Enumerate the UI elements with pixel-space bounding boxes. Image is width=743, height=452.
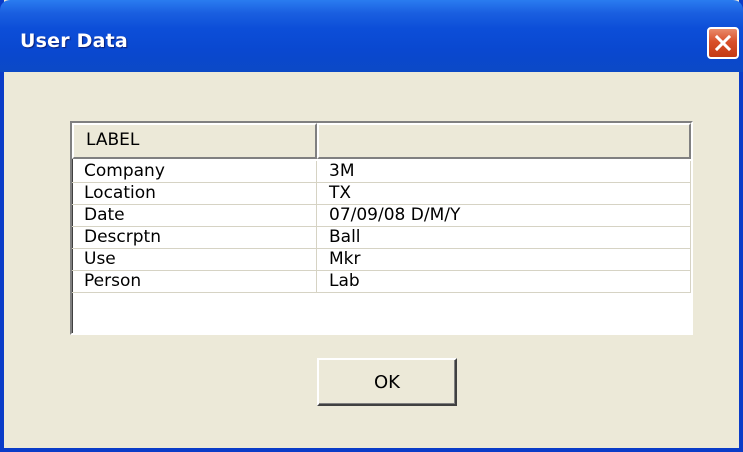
row-label[interactable]: Person (72, 271, 317, 293)
column-header-label[interactable]: LABEL (72, 123, 317, 159)
row-value[interactable]: 07/09/08 D/M/Y (317, 205, 691, 227)
user-data-grid: LABEL Company 3M Location TX Date 07/09/… (70, 121, 693, 335)
ok-button[interactable]: OK (317, 358, 457, 406)
row-value[interactable]: Ball (317, 227, 691, 249)
window-title: User Data (20, 30, 128, 52)
table-row[interactable]: Descrptn Ball (72, 227, 691, 249)
table-row[interactable]: Date 07/09/08 D/M/Y (72, 205, 691, 227)
close-button[interactable] (707, 27, 739, 59)
row-value[interactable]: 3M (317, 161, 691, 183)
user-data-dialog: User Data LABEL Company 3M Location TX D… (0, 0, 743, 452)
row-label[interactable]: Location (72, 183, 317, 205)
table-row[interactable]: Company 3M (72, 161, 691, 183)
row-value[interactable]: Lab (317, 271, 691, 293)
row-label[interactable]: Use (72, 249, 317, 271)
column-header-value[interactable] (317, 123, 691, 159)
row-label[interactable]: Descrptn (72, 227, 317, 249)
table-row[interactable]: Location TX (72, 183, 691, 205)
title-bar[interactable]: User Data (0, 0, 743, 72)
table-row[interactable]: Person Lab (72, 271, 691, 293)
row-value[interactable]: Mkr (317, 249, 691, 271)
close-icon (714, 34, 732, 52)
grid-header: LABEL (72, 123, 691, 159)
row-label[interactable]: Company (72, 161, 317, 183)
table-row[interactable]: Use Mkr (72, 249, 691, 271)
row-label[interactable]: Date (72, 205, 317, 227)
grid-body: Company 3M Location TX Date 07/09/08 D/M… (72, 161, 691, 293)
row-value[interactable]: TX (317, 183, 691, 205)
